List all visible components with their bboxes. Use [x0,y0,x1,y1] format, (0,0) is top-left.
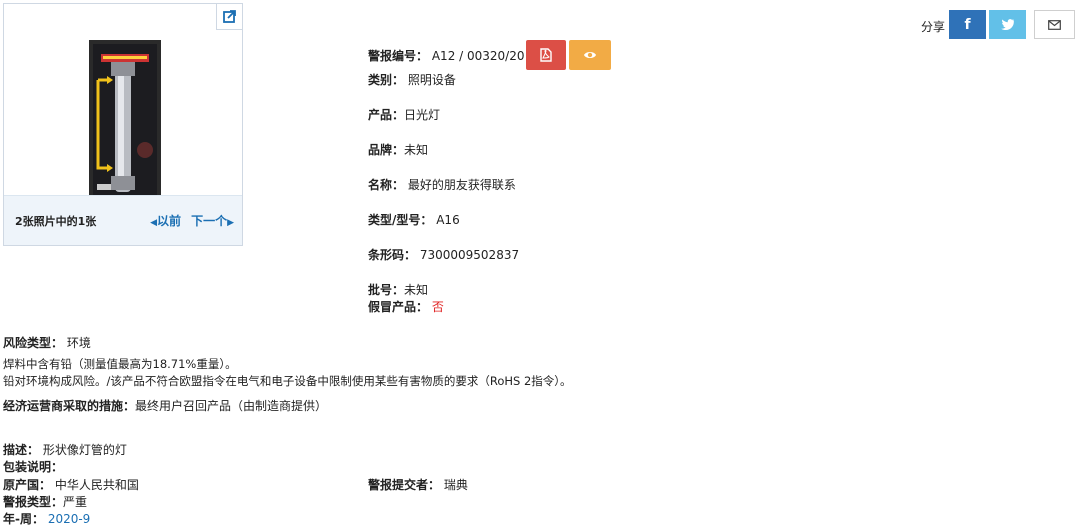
brand-value: 未知 [404,143,429,157]
description-row: 描述： 形状像灯管的灯 [3,441,127,458]
gallery-prev-link[interactable]: ◀以前 [150,212,181,229]
counterfeit-label: 假冒产品： [368,300,429,314]
counterfeit-row: 假冒产品： 否 [368,298,444,315]
category-value: 照明设备 [407,73,456,87]
packaging-label: 包装说明： [3,460,64,474]
download-pdf-button[interactable] [526,40,566,70]
alert-number-value: A12 / 00320/20 [431,49,525,63]
risk-type-value: 环境 [66,336,91,350]
submitter-row: 警报提交者： 瑞典 [368,476,468,493]
gallery-next-label: 下一个 [191,214,228,228]
name-value: 最好的朋友获得联系 [407,178,516,192]
product-row: 产品：日光灯 [368,106,440,123]
share-twitter-button[interactable] [989,10,1026,39]
alert-number-row: 警报编号： A12 / 00320/20 [368,47,524,64]
brand-row: 品牌：未知 [368,141,428,158]
submitter-label: 警报提交者： [368,478,441,492]
category-row: 类别： 照明设备 [368,71,456,88]
alert-number-label: 警报编号： [368,49,429,63]
week-row: 年-周： 2020-9 [3,510,90,527]
brand-label: 品牌： [368,143,405,157]
model-value: A16 [436,213,460,227]
facebook-icon: f [964,16,971,33]
measures-row: 经济运营商采取的措施：最终用户召回产品（由制造商提供） [3,397,327,414]
name-label: 名称： [368,178,405,192]
gallery-footer: 2张照片中的1张 ◀以前 下一个▶ [4,195,242,245]
pdf-icon [540,48,552,62]
batch-value: 未知 [404,283,429,297]
packaging-row: 包装说明： [3,458,63,475]
measures-value: 最终用户召回产品（由制造商提供） [135,399,328,413]
batch-label: 批号： [368,283,405,297]
expand-image-button[interactable] [216,4,242,30]
risk-type-row: 风险类型： 环境 [3,334,91,351]
week-label: 年-周： [3,512,44,526]
gallery-next-link[interactable]: 下一个▶ [191,212,234,229]
share-label: 分享 [921,20,946,34]
gallery-prev-label: 以前 [157,214,182,228]
batch-row: 批号：未知 [368,281,428,298]
alert-type-row: 警报类型：严重 [3,493,87,510]
barcode-row: 条形码： 7300009502837 [368,246,519,263]
gallery-navigation: ◀以前 下一个▶ [150,212,234,229]
share-facebook-button[interactable]: f [949,10,986,39]
eye-icon [584,52,596,58]
category-label: 类别： [368,73,405,87]
risk-description-line-1: 焊料中含有铅（测量值最高为18.71%重量）。 [3,357,237,371]
barcode-label: 条形码： [368,248,417,262]
counterfeit-value: 否 [431,300,444,314]
barcode-value: 7300009502837 [419,248,520,262]
product-value: 日光灯 [404,108,441,122]
name-row: 名称： 最好的朋友获得联系 [368,176,516,193]
measures-label: 经济运营商采取的措施： [3,399,136,413]
twitter-icon [1001,19,1014,30]
submitter-value: 瑞典 [443,478,468,492]
product-label: 产品： [368,108,405,122]
model-row: 类型/型号： A16 [368,211,460,228]
origin-row: 原产国： 中华人民共和国 [3,476,139,493]
alert-type-label: 警报类型： [3,495,64,509]
external-link-icon [223,10,236,23]
model-label: 类型/型号： [368,213,433,227]
alert-type-value: 严重 [63,495,88,509]
risk-description-line-2: 铅对环境构成风险。/该产品不符合欧盟指令在电气和电子设备中限制使用某些有害物质的… [3,374,572,388]
description-value: 形状像灯管的灯 [42,443,127,457]
caret-right-icon: ▶ [227,218,234,228]
product-gallery: 2张照片中的1张 ◀以前 下一个▶ [3,3,243,246]
product-photo[interactable] [89,40,161,202]
description-label: 描述： [3,443,40,457]
share-email-button[interactable] [1034,10,1075,39]
envelope-icon [1048,19,1061,30]
origin-label: 原产国： [3,478,52,492]
view-button[interactable] [569,40,611,70]
gallery-counter: 2张照片中的1张 [15,214,97,228]
origin-value: 中华人民共和国 [54,478,139,492]
risk-type-label: 风险类型： [3,336,64,350]
week-link[interactable]: 2020-9 [48,512,91,526]
caret-left-icon: ◀ [150,218,158,228]
